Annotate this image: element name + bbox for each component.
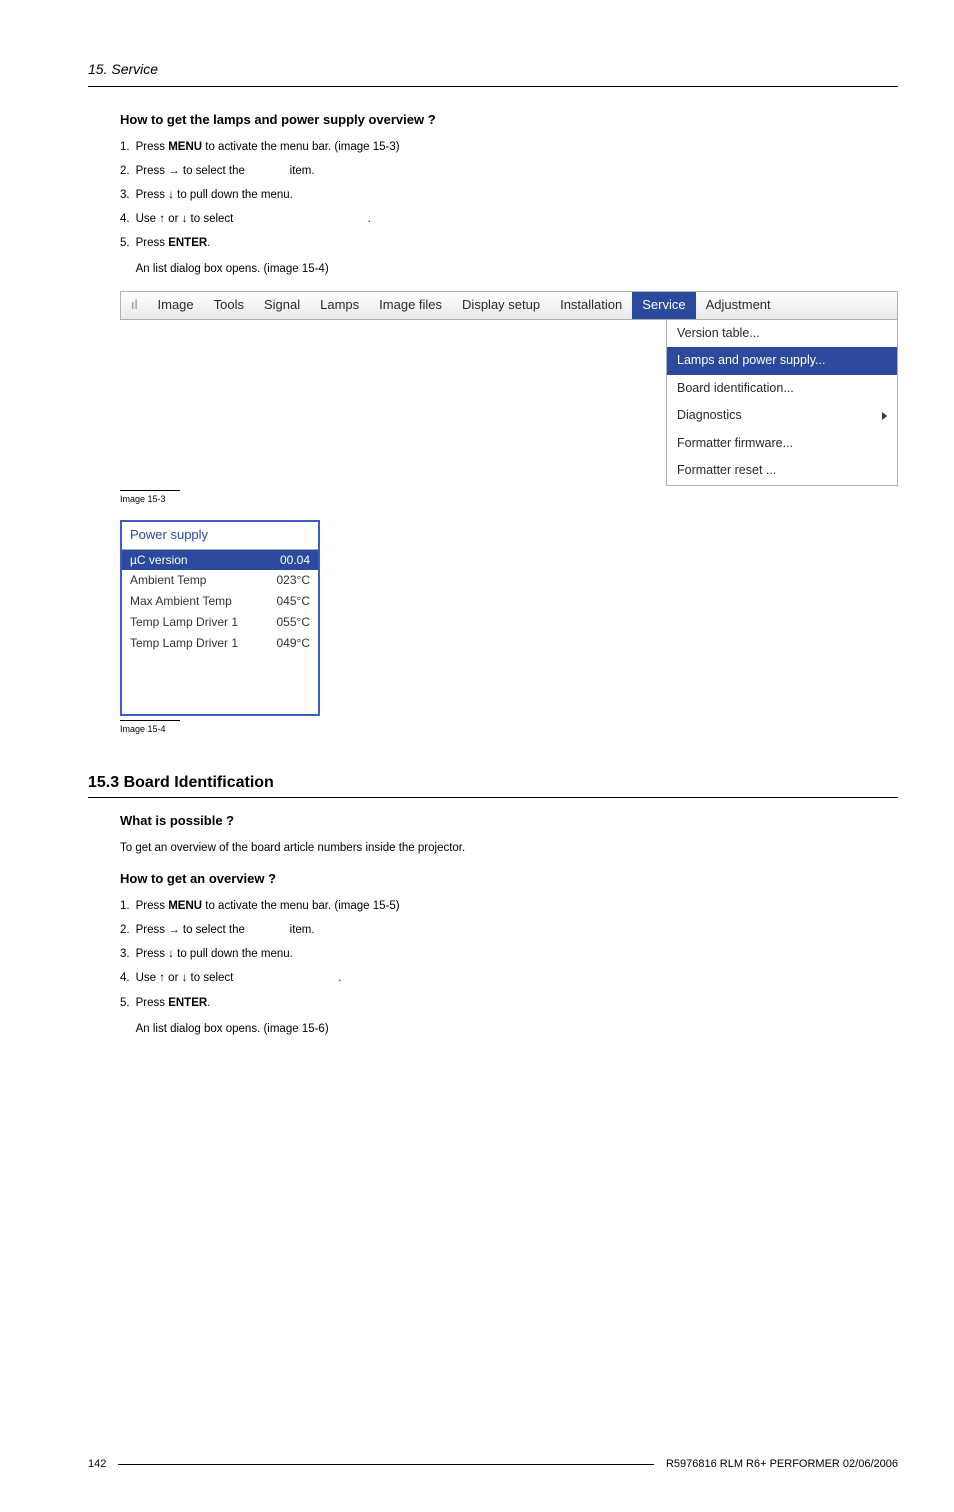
row-value: 023°C bbox=[277, 572, 311, 589]
dialog-row[interactable]: Temp Lamp Driver 1 049°C bbox=[122, 633, 318, 654]
step-number: 2. bbox=[120, 163, 130, 179]
footer-rule bbox=[118, 1464, 654, 1465]
menubar: ılImageToolsSignalLampsImage filesDispla… bbox=[120, 291, 898, 319]
step-text: Press MENU to activate the menu bar. (im… bbox=[136, 139, 400, 155]
row-value: 045°C bbox=[277, 593, 311, 610]
step-text: Press ↓ to pull down the menu. bbox=[136, 187, 293, 203]
menubar-tab[interactable]: Display setup bbox=[452, 292, 550, 318]
row-label: Temp Lamp Driver 1 bbox=[130, 635, 238, 652]
step-item: 1. Press MENU to activate the menu bar. (… bbox=[120, 139, 898, 155]
dropdown-item[interactable]: Formatter firmware... bbox=[667, 430, 897, 458]
page-number: 142 bbox=[88, 1457, 106, 1472]
section-number-heading: 15.3 Board Identification bbox=[88, 774, 274, 791]
page-footer: 142 R5976816 RLM R6+ PERFORMER 02/06/200… bbox=[88, 1457, 898, 1472]
dialog-row[interactable]: Temp Lamp Driver 1 055°C bbox=[122, 612, 318, 633]
chapter-title: 15. Service bbox=[88, 60, 898, 87]
dialog-row[interactable]: µC version 00.04 bbox=[122, 550, 318, 571]
step-item: 3. Press ↓ to pull down the menu. bbox=[120, 187, 898, 203]
dropdown-item-label: Formatter firmware... bbox=[677, 435, 793, 453]
step-item: 4. Use ↑ or ↓ to select Board Identificat… bbox=[120, 970, 898, 986]
step-number: 1. bbox=[120, 898, 130, 914]
menubar-tab[interactable]: Adjustment bbox=[696, 292, 781, 318]
step-text: Press ENTER.An list dialog box opens. (i… bbox=[136, 995, 329, 1037]
step-number: 4. bbox=[120, 970, 130, 986]
menubar-tab[interactable]: Service bbox=[632, 292, 695, 318]
dropdown-item-label: Lamps and power supply... bbox=[677, 352, 825, 370]
dropdown-item-label: Board identification... bbox=[677, 380, 794, 398]
step-text: Use ↑ or ↓ to select Lamps and power sup… bbox=[136, 211, 371, 227]
steps-list: 1. Press MENU to activate the menu bar. (… bbox=[120, 139, 898, 278]
step-text: Press ENTER.An list dialog box opens. (i… bbox=[136, 235, 329, 277]
figure-caption: Image 15-4 bbox=[120, 720, 180, 736]
menubar-tab[interactable]: Installation bbox=[550, 292, 632, 318]
dropdown-item[interactable]: Lamps and power supply... bbox=[667, 347, 897, 375]
step-item: 4. Use ↑ or ↓ to select Lamps and power s… bbox=[120, 211, 898, 227]
step-number: 2. bbox=[120, 922, 130, 938]
menubar-figure: ılImageToolsSignalLampsImage filesDispla… bbox=[120, 291, 898, 506]
dropdown-item-label: Version table... bbox=[677, 325, 760, 343]
step-item: 5.Press ENTER.An list dialog box opens. … bbox=[120, 995, 898, 1037]
step-item: 5.Press ENTER.An list dialog box opens. … bbox=[120, 235, 898, 277]
power-supply-dialog: Power supply µC version00.04Ambient Temp… bbox=[120, 520, 320, 715]
menubar-tab[interactable]: Image files bbox=[369, 292, 452, 318]
step-number: 5. bbox=[120, 235, 130, 277]
row-label: Temp Lamp Driver 1 bbox=[130, 614, 238, 631]
step-text: Press MENU to activate the menu bar. (im… bbox=[136, 898, 400, 914]
sub-heading: How to get an overview ? bbox=[120, 870, 898, 888]
step-text: Press ↓ to pull down the menu. bbox=[136, 946, 293, 962]
dialog-row[interactable]: Ambient Temp 023°C bbox=[122, 570, 318, 591]
body-text: To get an overview of the board article … bbox=[120, 840, 898, 856]
step-number: 1. bbox=[120, 139, 130, 155]
step-text: Press → to select the Service item. bbox=[136, 163, 315, 179]
dialog-title: Power supply bbox=[122, 522, 318, 549]
sub-heading: What is possible ? bbox=[120, 812, 898, 830]
step-number: 5. bbox=[120, 995, 130, 1037]
row-label: Max Ambient Temp bbox=[130, 593, 232, 610]
dropdown-item-label: Diagnostics bbox=[677, 407, 742, 425]
step-number: 3. bbox=[120, 187, 130, 203]
step-item: 2. Press → to select the Service item. bbox=[120, 163, 898, 179]
step-item: 3. Press ↓ to pull down the menu. bbox=[120, 946, 898, 962]
row-value: 00.04 bbox=[280, 552, 310, 569]
doc-id: R5976816 RLM R6+ PERFORMER 02/06/2006 bbox=[666, 1457, 898, 1472]
row-label: Ambient Temp bbox=[130, 572, 206, 589]
service-dropdown: Version table... Lamps and power supply..… bbox=[666, 320, 898, 486]
row-value: 055°C bbox=[277, 614, 311, 631]
menubar-tab[interactable]: Signal bbox=[254, 292, 310, 318]
step-item: 1. Press MENU to activate the menu bar. (… bbox=[120, 898, 898, 914]
step-number: 3. bbox=[120, 946, 130, 962]
dropdown-item[interactable]: Formatter reset ... bbox=[667, 457, 897, 485]
menubar-tab[interactable]: Tools bbox=[204, 292, 254, 318]
menubar-tab[interactable]: Lamps bbox=[310, 292, 369, 318]
row-value: 049°C bbox=[277, 635, 311, 652]
dropdown-item[interactable]: Diagnostics bbox=[667, 402, 897, 430]
step-text: Press → to select the Service item. bbox=[136, 922, 315, 938]
dropdown-item-label: Formatter reset ... bbox=[677, 462, 776, 480]
dropdown-item[interactable]: Version table... bbox=[667, 320, 897, 348]
row-label: µC version bbox=[130, 552, 188, 569]
dialog-row[interactable]: Max Ambient Temp 045°C bbox=[122, 591, 318, 612]
step-text: Use ↑ or ↓ to select Board Identificatio… bbox=[136, 970, 342, 986]
section-heading: How to get the lamps and power supply ov… bbox=[120, 111, 898, 129]
figure-caption: Image 15-3 bbox=[120, 490, 180, 506]
steps-list: 1. Press MENU to activate the menu bar. (… bbox=[120, 898, 898, 1037]
power-supply-figure: Power supply µC version00.04Ambient Temp… bbox=[120, 520, 898, 736]
step-number: 4. bbox=[120, 211, 130, 227]
step-item: 2. Press → to select the Service item. bbox=[120, 922, 898, 938]
chevron-right-icon bbox=[882, 412, 887, 420]
menubar-lead: ıl bbox=[121, 292, 148, 318]
dropdown-item[interactable]: Board identification... bbox=[667, 375, 897, 403]
menubar-tab[interactable]: Image bbox=[148, 292, 204, 318]
